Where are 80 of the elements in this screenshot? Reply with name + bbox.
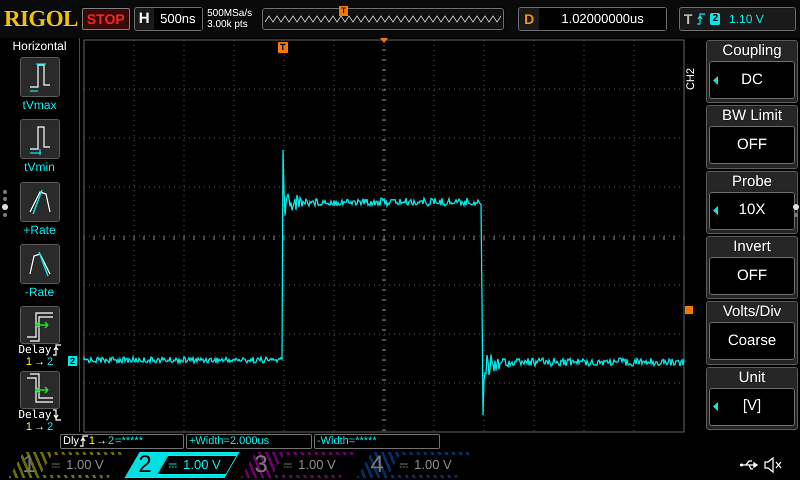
- measure-menu-item[interactable]: -Rate: [20, 244, 60, 302]
- channel-menu-item[interactable]: Probe 10X: [706, 170, 798, 234]
- source-channel: 1: [26, 356, 32, 368]
- arrow-symbol: →: [96, 434, 108, 448]
- channel-offset-marker: 2: [68, 356, 78, 366]
- rising-edge-icon: [697, 13, 706, 25]
- delay-label: D: [523, 10, 536, 28]
- trigger-time-marker: T: [278, 42, 288, 53]
- item-label: Delay: [18, 409, 52, 421]
- source-channel: 1: [88, 434, 96, 448]
- measure-menu-item[interactable]: Delay 1 → 2: [18, 371, 61, 432]
- menu-item-value: [V]: [742, 396, 762, 416]
- channel-number: 2: [137, 452, 153, 478]
- menu-item-title: BW Limit: [722, 106, 782, 126]
- source-channel: 1: [26, 421, 32, 433]
- measurement-value: =*****: [115, 434, 143, 448]
- trigger-level: 1.10 V: [729, 11, 764, 28]
- delay-value: 1.02000000us: [539, 8, 666, 30]
- item-label: tVmax: [22, 97, 56, 113]
- sample-rate: 500MSa/s: [207, 8, 252, 19]
- menu-item-title: Invert: [733, 236, 771, 257]
- menu-title: Horizontal: [12, 39, 67, 53]
- adjust-arrow-icon: [713, 402, 718, 412]
- adjust-arrow-icon: [713, 76, 718, 84]
- measure-menu-item[interactable]: tVmin: [20, 119, 60, 178]
- dc-coupling-icon: [52, 462, 60, 468]
- rising-edge-icon: [80, 435, 88, 447]
- menu-item-value: OFF: [737, 135, 767, 156]
- channel-menu-item[interactable]: Unit [V]: [706, 366, 798, 430]
- channel-scale: 1.00 V: [66, 456, 104, 474]
- brand-logo: RIGOL: [4, 4, 78, 33]
- dc-coupling-icon: [169, 462, 177, 468]
- trigger-level-marker: [685, 306, 693, 314]
- target-channel: 2: [47, 421, 54, 433]
- channel-label: CH2: [686, 68, 698, 90]
- target-channel: 2: [108, 434, 114, 448]
- channel-menu-item[interactable]: Volts/Div Coarse: [706, 301, 798, 365]
- dc-coupling-icon: [284, 462, 292, 468]
- channel-tab[interactable]: 2 1.00 V: [124, 452, 240, 478]
- channel-menu-item[interactable]: Invert OFF: [706, 236, 798, 300]
- item-label: +Rate: [23, 222, 56, 238]
- menu-item-value: 10X: [738, 200, 766, 220]
- target-channel: 2: [47, 356, 54, 368]
- menu-item-value: OFF: [737, 266, 767, 286]
- menu-item-value: Coarse: [728, 331, 776, 352]
- menu-item-title: Coupling: [722, 41, 782, 61]
- horizontal-label: H: [138, 8, 151, 29]
- dc-coupling-icon: [400, 462, 408, 468]
- measurement-readout: -Width=*****: [314, 434, 440, 448]
- channel-menu-item[interactable]: Coupling DC: [706, 40, 798, 104]
- item-label: Delay: [18, 344, 52, 356]
- menu-item-title: Unit: [738, 368, 766, 388]
- channel-scale: 1.00 V: [183, 456, 221, 474]
- measurement-readout: +Width=2.000us: [186, 434, 312, 448]
- arrow-symbol: →: [34, 421, 45, 433]
- speaker-muted-icon: [764, 457, 784, 473]
- memory-depth: 3.00k pts: [207, 19, 249, 30]
- menu-item-title: Volts/Div: [722, 302, 782, 322]
- usb-icon: [740, 460, 760, 470]
- menu-item-value: DC: [741, 70, 763, 90]
- measure-menu-item[interactable]: Delay 1 → 2: [18, 306, 61, 367]
- channel-scale: 1.00 V: [414, 456, 452, 474]
- item-label: -Rate: [24, 284, 54, 300]
- adjust-arrow-icon: [713, 206, 718, 216]
- channel-scale: 1.00 V: [298, 456, 336, 474]
- run-stop-button[interactable]: STOP: [82, 8, 130, 30]
- measurement-name: Dly: [63, 434, 79, 448]
- timebase-panel[interactable]: H 500ns: [134, 7, 204, 31]
- trigger-label: T: [684, 10, 692, 28]
- delay-panel[interactable]: D 1.02000000us: [518, 7, 667, 31]
- item-label: tVmin: [24, 159, 55, 176]
- trigger-panel[interactable]: T 2 1.10 V: [678, 7, 796, 31]
- measure-menu-item[interactable]: +Rate: [20, 182, 60, 240]
- menu-item-title: Probe: [732, 172, 772, 192]
- measure-menu-item[interactable]: tVmax: [20, 57, 60, 116]
- channel-menu-item[interactable]: BW Limit OFF: [706, 105, 798, 169]
- timebase-value: 500ns: [154, 8, 202, 30]
- trigger-source: 2: [710, 13, 720, 25]
- trigger-position-marker: T: [339, 6, 348, 16]
- arrow-symbol: →: [34, 356, 45, 368]
